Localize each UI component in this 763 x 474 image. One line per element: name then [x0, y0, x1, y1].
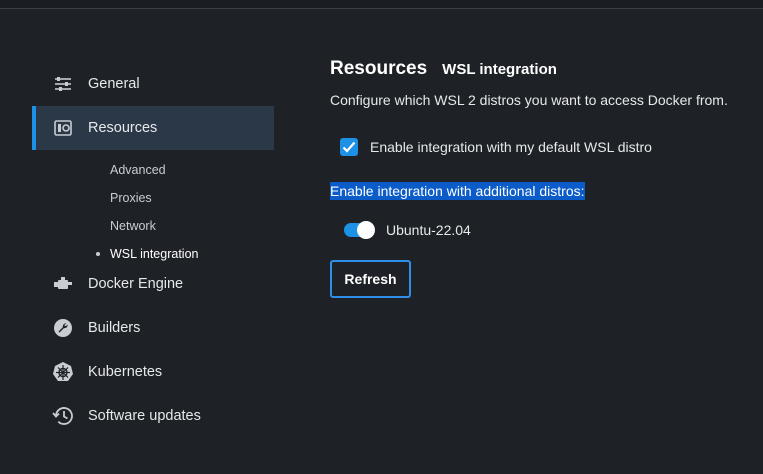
- subnav-item-advanced[interactable]: Advanced: [110, 160, 166, 180]
- history-icon: [52, 406, 74, 426]
- ubuntu-distro-toggle[interactable]: [344, 221, 375, 239]
- sidebar-item-label: General: [88, 76, 140, 92]
- engine-icon: [52, 274, 74, 294]
- active-dot-icon: [96, 252, 100, 256]
- checkmark-icon: [342, 141, 356, 153]
- sidebar-item-docker-engine[interactable]: Docker Engine: [32, 262, 274, 306]
- sidebar-item-kubernetes[interactable]: Kubernetes: [32, 350, 274, 394]
- sidebar-item-label: Software updates: [88, 408, 201, 424]
- subnav-item-proxies[interactable]: Proxies: [110, 188, 152, 208]
- sidebar-item-label: Builders: [88, 320, 141, 336]
- sidebar-item-label: Resources: [88, 120, 158, 136]
- default-distro-checkbox[interactable]: [340, 138, 358, 156]
- resources-icon: [52, 118, 74, 138]
- wrench-icon: [52, 318, 74, 338]
- toggle-knob: [357, 221, 375, 239]
- sidebar-item-label: Kubernetes: [88, 364, 163, 380]
- settings-panel: Resources WSL integration Configure whic…: [330, 58, 750, 298]
- resources-subnav: Advanced Proxies Network WSL integration: [32, 150, 274, 262]
- page-description: Configure which WSL 2 distros you want t…: [330, 92, 728, 108]
- sidebar-item-builders[interactable]: Builders: [32, 306, 274, 350]
- sliders-icon: [52, 74, 74, 94]
- refresh-button[interactable]: Refresh: [330, 260, 411, 298]
- sidebar-item-general[interactable]: General: [32, 62, 274, 106]
- additional-distros-label: Enable integration with additional distr…: [330, 182, 585, 200]
- subnav-item-network[interactable]: Network: [110, 216, 156, 236]
- settings-sidebar: General Resources Advanced Proxies Netwo…: [32, 62, 274, 438]
- helm-icon: [52, 362, 74, 382]
- sidebar-item-software-updates[interactable]: Software updates: [32, 394, 274, 438]
- sidebar-item-label: Docker Engine: [88, 276, 184, 292]
- default-distro-option: Enable integration with my default WSL d…: [340, 138, 652, 156]
- distro-name: Ubuntu-22.04: [386, 222, 471, 238]
- page-heading: Resources WSL integration: [330, 58, 750, 84]
- subnav-item-wsl-integration[interactable]: WSL integration: [110, 244, 198, 264]
- page-subtitle: WSL integration: [442, 61, 557, 78]
- sidebar-item-resources[interactable]: Resources: [32, 106, 274, 150]
- page-title: Resources: [330, 58, 428, 79]
- default-distro-label: Enable integration with my default WSL d…: [370, 139, 652, 155]
- title-bar: [0, 0, 763, 9]
- distro-row: Ubuntu-22.04: [344, 221, 471, 239]
